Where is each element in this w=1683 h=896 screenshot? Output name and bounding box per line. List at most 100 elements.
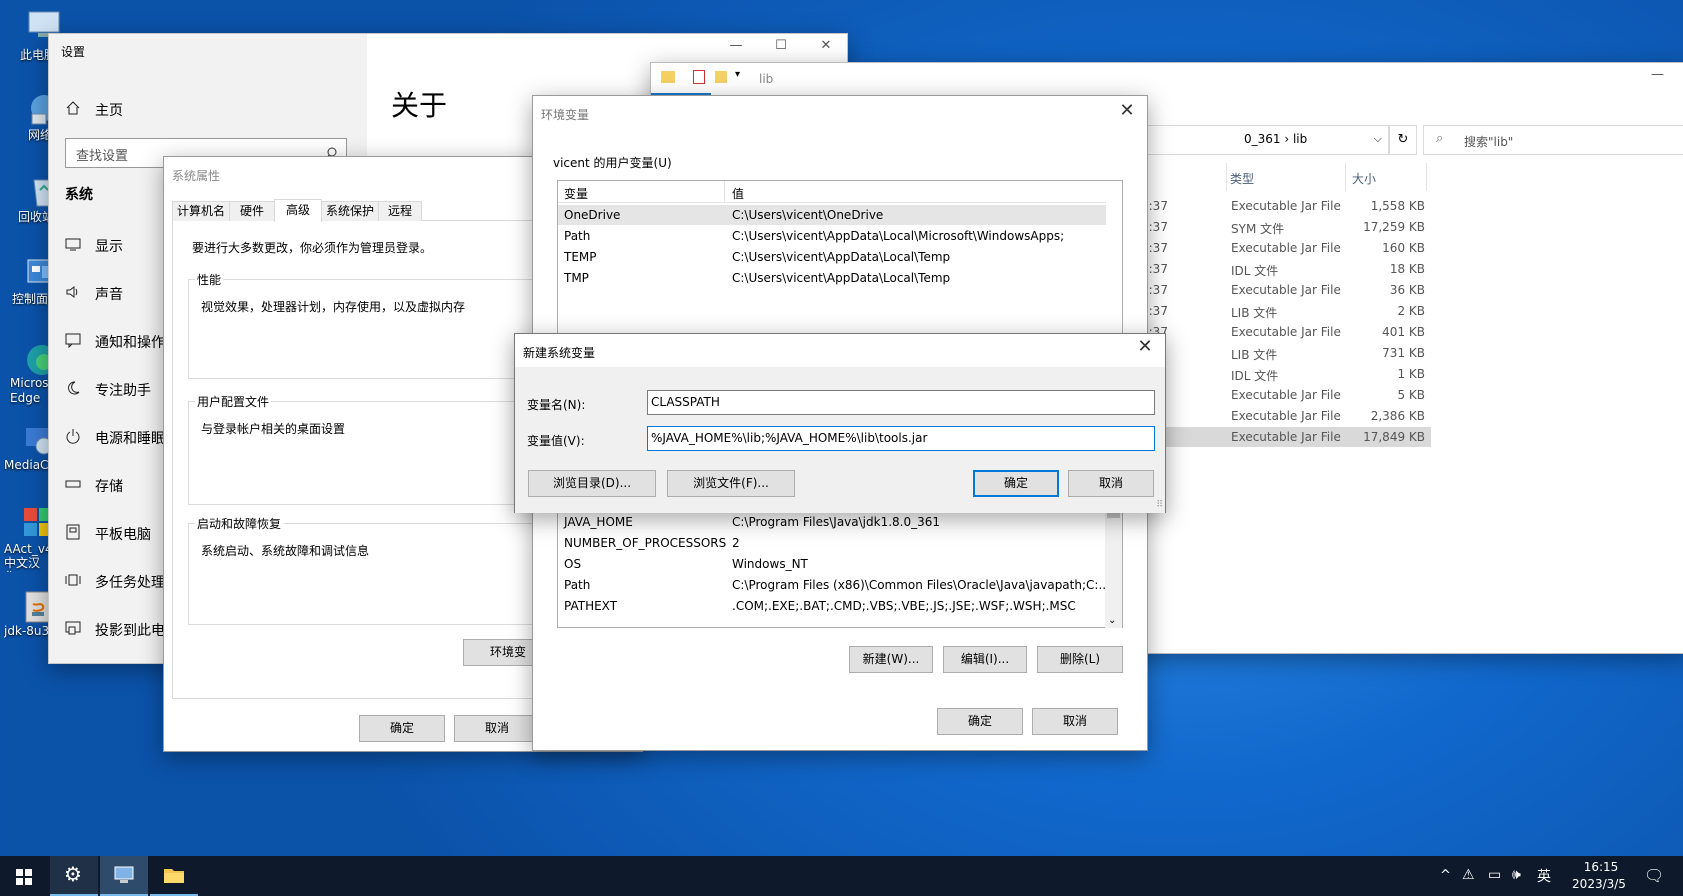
new-button[interactable]: 新建(W)... bbox=[849, 646, 933, 673]
close-button[interactable]: ✕ bbox=[811, 38, 841, 53]
taskbar-file-explorer[interactable] bbox=[150, 856, 198, 896]
notification-center-icon[interactable]: 🗨 bbox=[1644, 866, 1664, 885]
scrollbar[interactable]: ⌄ bbox=[1105, 502, 1122, 628]
taskbar-system-properties[interactable] bbox=[100, 856, 148, 896]
close-button[interactable]: ✕ bbox=[1131, 336, 1159, 360]
table-row[interactable]: 5:37 Executable Jar File 1,558 KB bbox=[1141, 196, 1431, 216]
dialog-title: 环境变量 bbox=[541, 108, 590, 122]
chevron-down-icon[interactable]: ⌵ bbox=[1374, 132, 1382, 146]
nav-home[interactable]: 主页 bbox=[65, 96, 355, 122]
maximize-button[interactable]: ☐ bbox=[766, 38, 796, 53]
ok-button[interactable]: 确定 bbox=[973, 470, 1059, 497]
network-warning-icon[interactable]: ⚠ bbox=[1462, 867, 1475, 883]
tab-system-protection[interactable]: 系统保护 bbox=[321, 201, 379, 221]
qat-dropdown-icon[interactable]: ▾ bbox=[735, 69, 740, 80]
new-folder-icon[interactable] bbox=[715, 71, 727, 83]
table-row-selected[interactable]: 37Executable Jar File17,849 KB bbox=[1141, 427, 1431, 447]
group-title: 用户配置文件 bbox=[195, 393, 272, 410]
nav-item-label: 通知和操作 bbox=[95, 335, 165, 351]
tray-overflow-icon[interactable]: ^ bbox=[1440, 868, 1451, 883]
desktop-icon-label: Microsoft Edge bbox=[10, 376, 50, 405]
table-row[interactable]: 37Executable Jar File2,386 KB bbox=[1141, 406, 1431, 426]
browse-file-button[interactable]: 浏览文件(F)... bbox=[667, 470, 795, 497]
resize-grip[interactable]: ⠿ bbox=[1156, 500, 1163, 510]
cancel-button[interactable]: 取消 bbox=[454, 715, 540, 742]
home-icon bbox=[66, 101, 80, 115]
column-header-variable[interactable]: 变量 bbox=[564, 185, 588, 202]
ime-indicator[interactable]: 英 bbox=[1537, 866, 1551, 886]
clock-date[interactable]: 2023/3/5 bbox=[1562, 877, 1636, 891]
column-header-value[interactable]: 值 bbox=[732, 185, 744, 202]
user-vars-list: 变量 值 OneDrive C:\Users\vicent\OneDrive Pa… bbox=[557, 180, 1123, 344]
table-row[interactable]: 5:37 LIB 文件 2 KB bbox=[1141, 301, 1431, 321]
column-divider[interactable] bbox=[1226, 163, 1227, 191]
explorer-search-input[interactable]: ⌕ 搜索"lib" bbox=[1423, 125, 1683, 155]
delete-button[interactable]: 删除(L) bbox=[1037, 646, 1123, 673]
variable-value-input[interactable]: %JAVA_HOME%\lib;%JAVA_HOME%\lib\tools.ja… bbox=[647, 426, 1155, 451]
start-button[interactable] bbox=[0, 856, 48, 896]
taskbar-settings[interactable]: ⚙ bbox=[50, 856, 98, 896]
address-text: 0_361 › lib bbox=[1244, 132, 1308, 146]
gear-icon: ⚙ bbox=[64, 862, 82, 886]
list-item[interactable]: TEMP C:\Users\vicent\AppData\Local\Temp bbox=[558, 247, 1106, 267]
network-icon[interactable]: ▭ bbox=[1488, 867, 1501, 883]
cancel-button[interactable]: 取消 bbox=[1032, 708, 1118, 735]
column-header-type[interactable]: 类型 bbox=[1230, 170, 1254, 187]
list-header: 变量 值 bbox=[558, 181, 1106, 203]
list-item-selected[interactable]: OneDrive C:\Users\vicent\OneDrive bbox=[558, 205, 1106, 225]
admin-note: 要进行大多数更改，你必须作为管理员登录。 bbox=[192, 241, 433, 255]
page-title: 关于 bbox=[391, 89, 448, 122]
table-row[interactable]: 5:37 Executable Jar File 36 KB bbox=[1141, 280, 1431, 300]
column-divider[interactable] bbox=[1426, 163, 1427, 191]
properties-icon[interactable] bbox=[693, 70, 705, 84]
column-divider bbox=[724, 181, 725, 203]
table-row[interactable]: 5:37 SYM 文件 17,259 KB bbox=[1141, 217, 1431, 237]
clock-time[interactable]: 16:15 bbox=[1576, 860, 1626, 874]
column-header-size[interactable]: 大小 bbox=[1352, 170, 1376, 187]
table-row[interactable]: 5:37 Executable Jar File 401 KB bbox=[1141, 322, 1431, 342]
browse-directory-button[interactable]: 浏览目录(D)... bbox=[528, 470, 656, 497]
table-row[interactable]: 5:37 Executable Jar File 160 KB bbox=[1141, 238, 1431, 258]
table-row[interactable]: 37Executable Jar File5 KB bbox=[1141, 385, 1431, 405]
table-row[interactable]: 5:37 IDL 文件 18 KB bbox=[1141, 259, 1431, 279]
list-item[interactable]: JAVA_HOME C:\Program Files\Java\jdk1.8.0_… bbox=[558, 512, 1106, 532]
chevron-down-icon[interactable]: ⌄ bbox=[1108, 615, 1116, 626]
tab-hardware[interactable]: 硬件 bbox=[229, 201, 275, 221]
multitasking-icon bbox=[65, 574, 81, 586]
group-description: 视觉效果，处理器计划，内存使用，以及虚拟内存 bbox=[201, 300, 466, 314]
minimize-button[interactable]: — bbox=[1651, 67, 1664, 82]
list-item[interactable]: TMP C:\Users\vicent\AppData\Local\Temp bbox=[558, 268, 1106, 288]
variable-name-input[interactable]: CLASSPATH bbox=[647, 390, 1155, 415]
list-item[interactable]: OS Windows_NT bbox=[558, 554, 1106, 574]
nav-item-label: 存储 bbox=[95, 479, 123, 495]
settings-title: 设置 bbox=[61, 45, 86, 59]
list-item[interactable]: PATHEXT .COM;.EXE;.BAT;.CMD;.VBS;.VBE;.JS… bbox=[558, 596, 1106, 616]
close-button[interactable]: ✕ bbox=[1113, 100, 1141, 124]
list-item[interactable]: Path C:\Users\vicent\AppData\Local\Micros… bbox=[558, 226, 1106, 246]
cancel-button[interactable]: 取消 bbox=[1068, 470, 1154, 497]
minimize-button[interactable]: — bbox=[721, 38, 751, 53]
folder-icon bbox=[164, 869, 184, 883]
tab-computer-name[interactable]: 计算机名 bbox=[172, 201, 230, 221]
table-row[interactable]: 37LIB 文件731 KB bbox=[1141, 343, 1431, 363]
desktop-icon-label: MediaCreation bbox=[4, 458, 48, 472]
nav-item-label: 平板电脑 bbox=[95, 527, 151, 543]
folder-icon bbox=[661, 71, 675, 83]
nav-item-label: 声音 bbox=[95, 287, 123, 303]
column-divider[interactable] bbox=[1345, 163, 1346, 191]
list-item[interactable]: NUMBER_OF_PROCESSORS 2 bbox=[558, 533, 1106, 553]
taskbar: ⚙ ^ ⚠ ▭ 🕪 英 16:15 2023/3/5 🗨 bbox=[0, 856, 1683, 896]
refresh-button[interactable]: ↻ bbox=[1389, 125, 1417, 155]
edit-button[interactable]: 编辑(I)... bbox=[943, 646, 1027, 673]
table-row[interactable]: 37IDL 文件1 KB bbox=[1141, 364, 1431, 384]
tab-advanced[interactable]: 高级 bbox=[274, 199, 322, 222]
tab-remote[interactable]: 远程 bbox=[378, 201, 422, 221]
volume-icon[interactable]: 🕪 bbox=[1512, 867, 1521, 883]
ok-button[interactable]: 确定 bbox=[937, 708, 1023, 735]
ok-button[interactable]: 确定 bbox=[359, 715, 445, 742]
project-icon bbox=[65, 621, 81, 635]
storage-icon bbox=[65, 480, 81, 488]
list-item[interactable]: Path C:\Program Files (x86)\Common Files\… bbox=[558, 575, 1110, 595]
variable-value-label: 变量值(V): bbox=[527, 434, 585, 448]
explorer-title: lib bbox=[759, 72, 774, 86]
